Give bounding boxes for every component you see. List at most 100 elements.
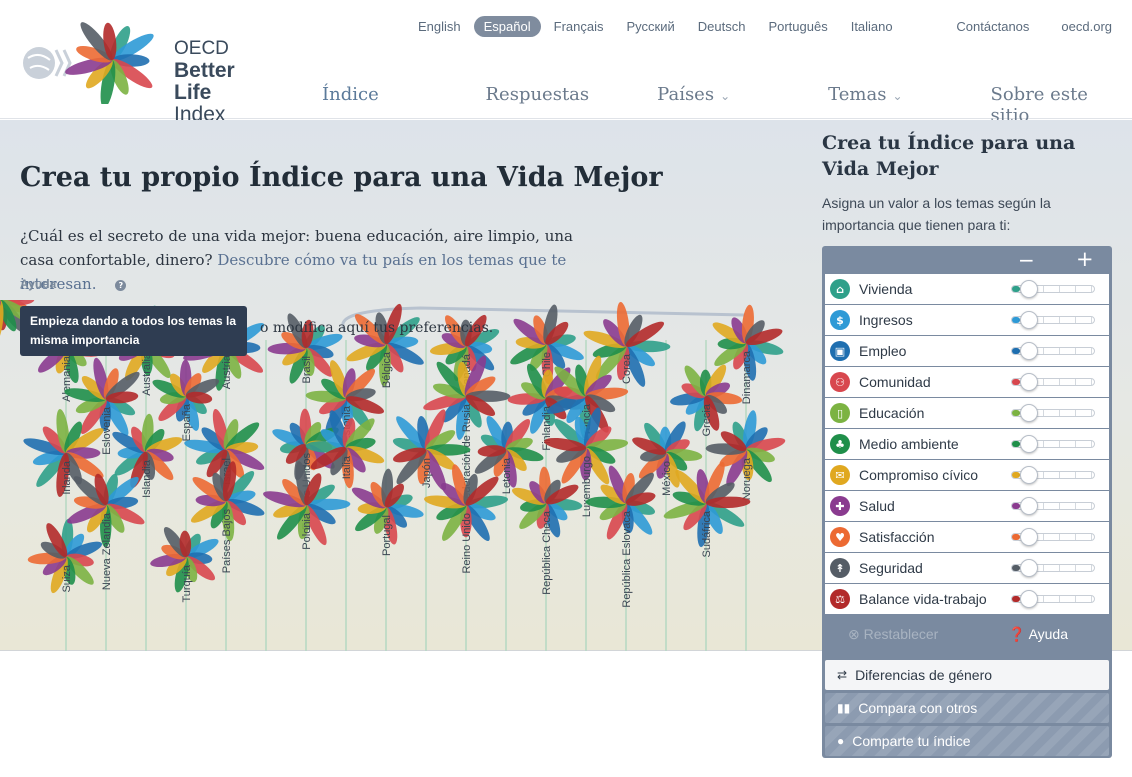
country-label[interactable]: Reino Unido xyxy=(461,513,473,574)
country-label[interactable]: Nueva Zelandia xyxy=(101,512,113,590)
country-label[interactable]: Brasil xyxy=(301,356,313,384)
topic-slider[interactable] xyxy=(1011,311,1095,329)
country-label[interactable]: Japón xyxy=(421,458,433,488)
logo-line-better-life: Better Life xyxy=(174,59,235,104)
slider-fill xyxy=(1012,534,1020,540)
topic-slider-row: ⚖ Balance vida-trabajo xyxy=(825,584,1109,614)
panel-help-button[interactable]: ❓ Ayuda xyxy=(1008,626,1068,643)
topic-slider[interactable] xyxy=(1011,373,1095,391)
slider-handle[interactable] xyxy=(1020,373,1038,391)
site-header: OECD Better Life Index English Español Fra… xyxy=(0,0,1132,138)
slider-handle[interactable] xyxy=(1020,342,1038,360)
country-label[interactable]: República Eslovaca xyxy=(621,510,633,607)
slider-handle[interactable] xyxy=(1020,280,1038,298)
topic-label: Seguridad xyxy=(859,560,923,576)
country-label[interactable]: Letonia xyxy=(501,457,513,494)
country-label[interactable]: Luxemburgo xyxy=(581,456,593,517)
country-label[interactable]: Polonia xyxy=(301,512,313,550)
compare-button[interactable]: ▮▮ Compara con otros xyxy=(825,693,1109,723)
logo-flower-icon[interactable] xyxy=(64,19,157,108)
chevron-down-icon: ⌄ xyxy=(892,89,903,103)
country-label[interactable]: Irlanda xyxy=(61,460,73,495)
slider-fill xyxy=(1012,348,1020,354)
share-button[interactable]: ● Comparte tu índice xyxy=(825,726,1109,756)
slider-handle[interactable] xyxy=(1020,311,1038,329)
topic-slider[interactable] xyxy=(1011,342,1095,360)
language-option[interactable]: Русский xyxy=(616,16,684,37)
topic-label: Vivienda xyxy=(859,281,913,297)
topic-slider[interactable] xyxy=(1011,497,1095,515)
slider-handle[interactable] xyxy=(1020,404,1038,422)
slider-handle[interactable] xyxy=(1020,528,1038,546)
topic-slider[interactable] xyxy=(1011,466,1095,484)
topic-slider-row: ▯ Educación xyxy=(825,398,1109,428)
topic-slider[interactable] xyxy=(1011,404,1095,422)
slider-handle[interactable] xyxy=(1020,435,1038,453)
language-option[interactable]: English xyxy=(408,16,471,37)
panel-help-label: Ayuda xyxy=(1028,626,1069,642)
country-label[interactable]: República Checa xyxy=(541,510,553,595)
country-label[interactable]: Turquía xyxy=(181,564,193,602)
country-label[interactable]: Sudáfrica xyxy=(701,510,713,557)
country-label[interactable]: Islandia xyxy=(141,459,153,498)
oecd-better-life-logo[interactable]: OECD Better Life Index xyxy=(22,6,262,126)
topic-slider-row: ♥ Satisfacción xyxy=(825,522,1109,552)
increase-all-button[interactable]: + xyxy=(1076,247,1094,271)
tooltip-continuation: o modifica aquí tus preferencias. xyxy=(260,320,494,336)
oecd-org-link[interactable]: oecd.org xyxy=(1061,19,1112,34)
chevron-down-icon: ⌄ xyxy=(720,89,731,103)
top-links: Contáctanos oecd.org xyxy=(956,19,1112,34)
topic-slider[interactable] xyxy=(1011,528,1095,546)
country-label[interactable]: Portugal xyxy=(381,515,393,556)
contact-link[interactable]: Contáctanos xyxy=(956,19,1029,34)
language-option[interactable]: Português xyxy=(758,16,837,37)
slider-handle[interactable] xyxy=(1020,590,1038,608)
topic-slider[interactable] xyxy=(1011,280,1095,298)
gender-differences-button[interactable]: ⇄ Diferencias de género xyxy=(825,660,1109,690)
topic-slider-row: ▣ Empleo xyxy=(825,336,1109,366)
slider-actions: ⊗ Restablecer ❓ Ayuda xyxy=(822,618,1112,650)
slider-fill xyxy=(1012,596,1020,602)
slider-handle[interactable] xyxy=(1020,497,1038,515)
topic-label: Satisfacción xyxy=(859,529,935,545)
topic-slider[interactable] xyxy=(1011,559,1095,577)
language-option[interactable]: Italiano xyxy=(841,16,903,37)
reset-button[interactable]: ⊗ Restablecer xyxy=(848,626,938,643)
topic-slider-row: ✚ Salud xyxy=(825,491,1109,521)
country-label[interactable]: Noruega xyxy=(741,457,753,500)
country-label[interactable]: Austria xyxy=(221,354,233,389)
slider-handle[interactable] xyxy=(1020,466,1038,484)
country-label[interactable]: Corea xyxy=(621,353,633,384)
question-icon[interactable]: ? xyxy=(115,279,127,291)
topic-slider[interactable] xyxy=(1011,435,1095,453)
country-label[interactable]: Países Bajos xyxy=(221,509,233,574)
country-label[interactable]: España xyxy=(181,403,193,441)
language-option[interactable]: Français xyxy=(544,16,614,37)
country-label[interactable]: Grecia xyxy=(701,403,713,436)
slider-handle[interactable] xyxy=(1020,559,1038,577)
topic-label: Balance vida-trabajo xyxy=(859,591,987,607)
topic-label: Ingresos xyxy=(859,312,913,328)
help-link[interactable]: Ayuda xyxy=(20,277,56,291)
tooltip-equal-importance[interactable]: Empieza dando a todos los temas la misma… xyxy=(20,306,247,356)
country-label[interactable]: Suiza xyxy=(61,564,73,592)
topic-slider-row: $ Ingresos xyxy=(825,305,1109,335)
language-option[interactable]: Español xyxy=(473,16,541,37)
panel-subtitle: Asigna un valor a los temas según la imp… xyxy=(822,195,1051,233)
topic-label: Medio ambiente xyxy=(859,436,959,452)
country-label[interactable]: Australia xyxy=(141,352,153,396)
gender-arrows-icon: ⇄ xyxy=(837,668,848,682)
country-label[interactable]: Italia xyxy=(341,455,353,479)
running-figure-icon: ↟ xyxy=(830,558,850,578)
language-option[interactable]: Deutsch xyxy=(688,16,756,37)
country-label[interactable]: Bélgica xyxy=(381,351,393,388)
topic-slider-row: ↟ Seguridad xyxy=(825,553,1109,583)
decrease-all-button[interactable]: − xyxy=(1018,248,1035,272)
share-button-label: Comparte tu índice xyxy=(852,733,971,749)
nav-item-label: Temas xyxy=(828,84,887,105)
topic-slider[interactable] xyxy=(1011,590,1095,608)
country-label[interactable]: México xyxy=(661,461,673,496)
money-icon: $ xyxy=(830,310,850,330)
country-label[interactable]: Dinamarca xyxy=(741,350,753,404)
reset-icon: ⊗ xyxy=(848,626,860,642)
